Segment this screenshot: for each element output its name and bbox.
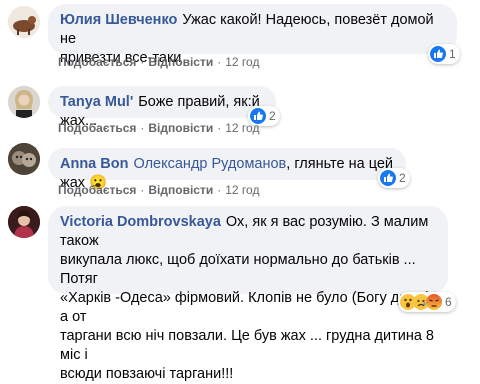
avatar[interactable] (8, 143, 40, 175)
mention-link[interactable]: Олександр Рудоманов (133, 156, 286, 172)
comment-author[interactable]: Anna Bon (60, 156, 128, 172)
like-icon (430, 46, 446, 62)
like-link[interactable]: Подобається (58, 121, 136, 135)
reaction-summary[interactable]: 1 (428, 44, 460, 64)
comment-actions: Подобається · Відповісти · 12 год (58, 55, 260, 69)
reaction-count: 2 (399, 171, 406, 185)
avatar[interactable] (8, 6, 40, 38)
comment-time[interactable]: 12 год (225, 121, 259, 135)
comment-text-line: «Харків -Одеса» фірмовий. Клопів не було… (60, 290, 435, 325)
comment-actions: Подобається · Відповісти · 12 год (58, 121, 260, 135)
reaction-count: 2 (269, 109, 276, 123)
comment-author[interactable]: Victoria Dombrovskaya (60, 214, 221, 230)
angry-icon (426, 294, 442, 310)
reply-link[interactable]: Відповісти (148, 121, 213, 135)
avatar[interactable] (8, 206, 40, 238)
avatar[interactable] (8, 86, 40, 118)
like-link[interactable]: Подобається (58, 55, 136, 69)
comment-text-line: таргани всю ніч повзали. Це був жах ... … (60, 328, 434, 363)
comment-bubble: Victoria Dombrovskaya Ох, як я вас розумі… (48, 206, 448, 382)
reply-link[interactable]: Відповісти (148, 183, 213, 197)
reaction-count: 6 (445, 295, 452, 309)
comment-text-line: викупала люкс, щоб доїхати нормально до … (60, 252, 416, 287)
reaction-count: 1 (449, 47, 456, 61)
like-link[interactable]: Подобається (58, 183, 136, 197)
comment-actions: Подобається · Відповісти · 12 год (58, 183, 260, 197)
comment-bubble: Юлия Шевченко Ужас какой! Надеюсь, повезё… (48, 4, 457, 66)
comment-bubble: Anna Bon Олександр Рудоманов, гляньте на … (48, 148, 406, 191)
comment-author[interactable]: Юлия Шевченко (60, 12, 177, 28)
comment-time[interactable]: 12 год (225, 55, 259, 69)
comment-bubble: Tanya Mul' Боже правий, як:й жах... (48, 86, 276, 129)
comment-time[interactable]: 12 год (225, 183, 259, 197)
comment-author[interactable]: Tanya Mul' (60, 94, 133, 110)
reaction-summary[interactable]: 2 (378, 168, 410, 188)
reply-link[interactable]: Відповісти (148, 55, 213, 69)
comment-text-line: всюди повзаючі таргани!!! (60, 366, 234, 382)
like-icon (380, 170, 396, 186)
reaction-summary[interactable]: 6 (398, 292, 456, 312)
